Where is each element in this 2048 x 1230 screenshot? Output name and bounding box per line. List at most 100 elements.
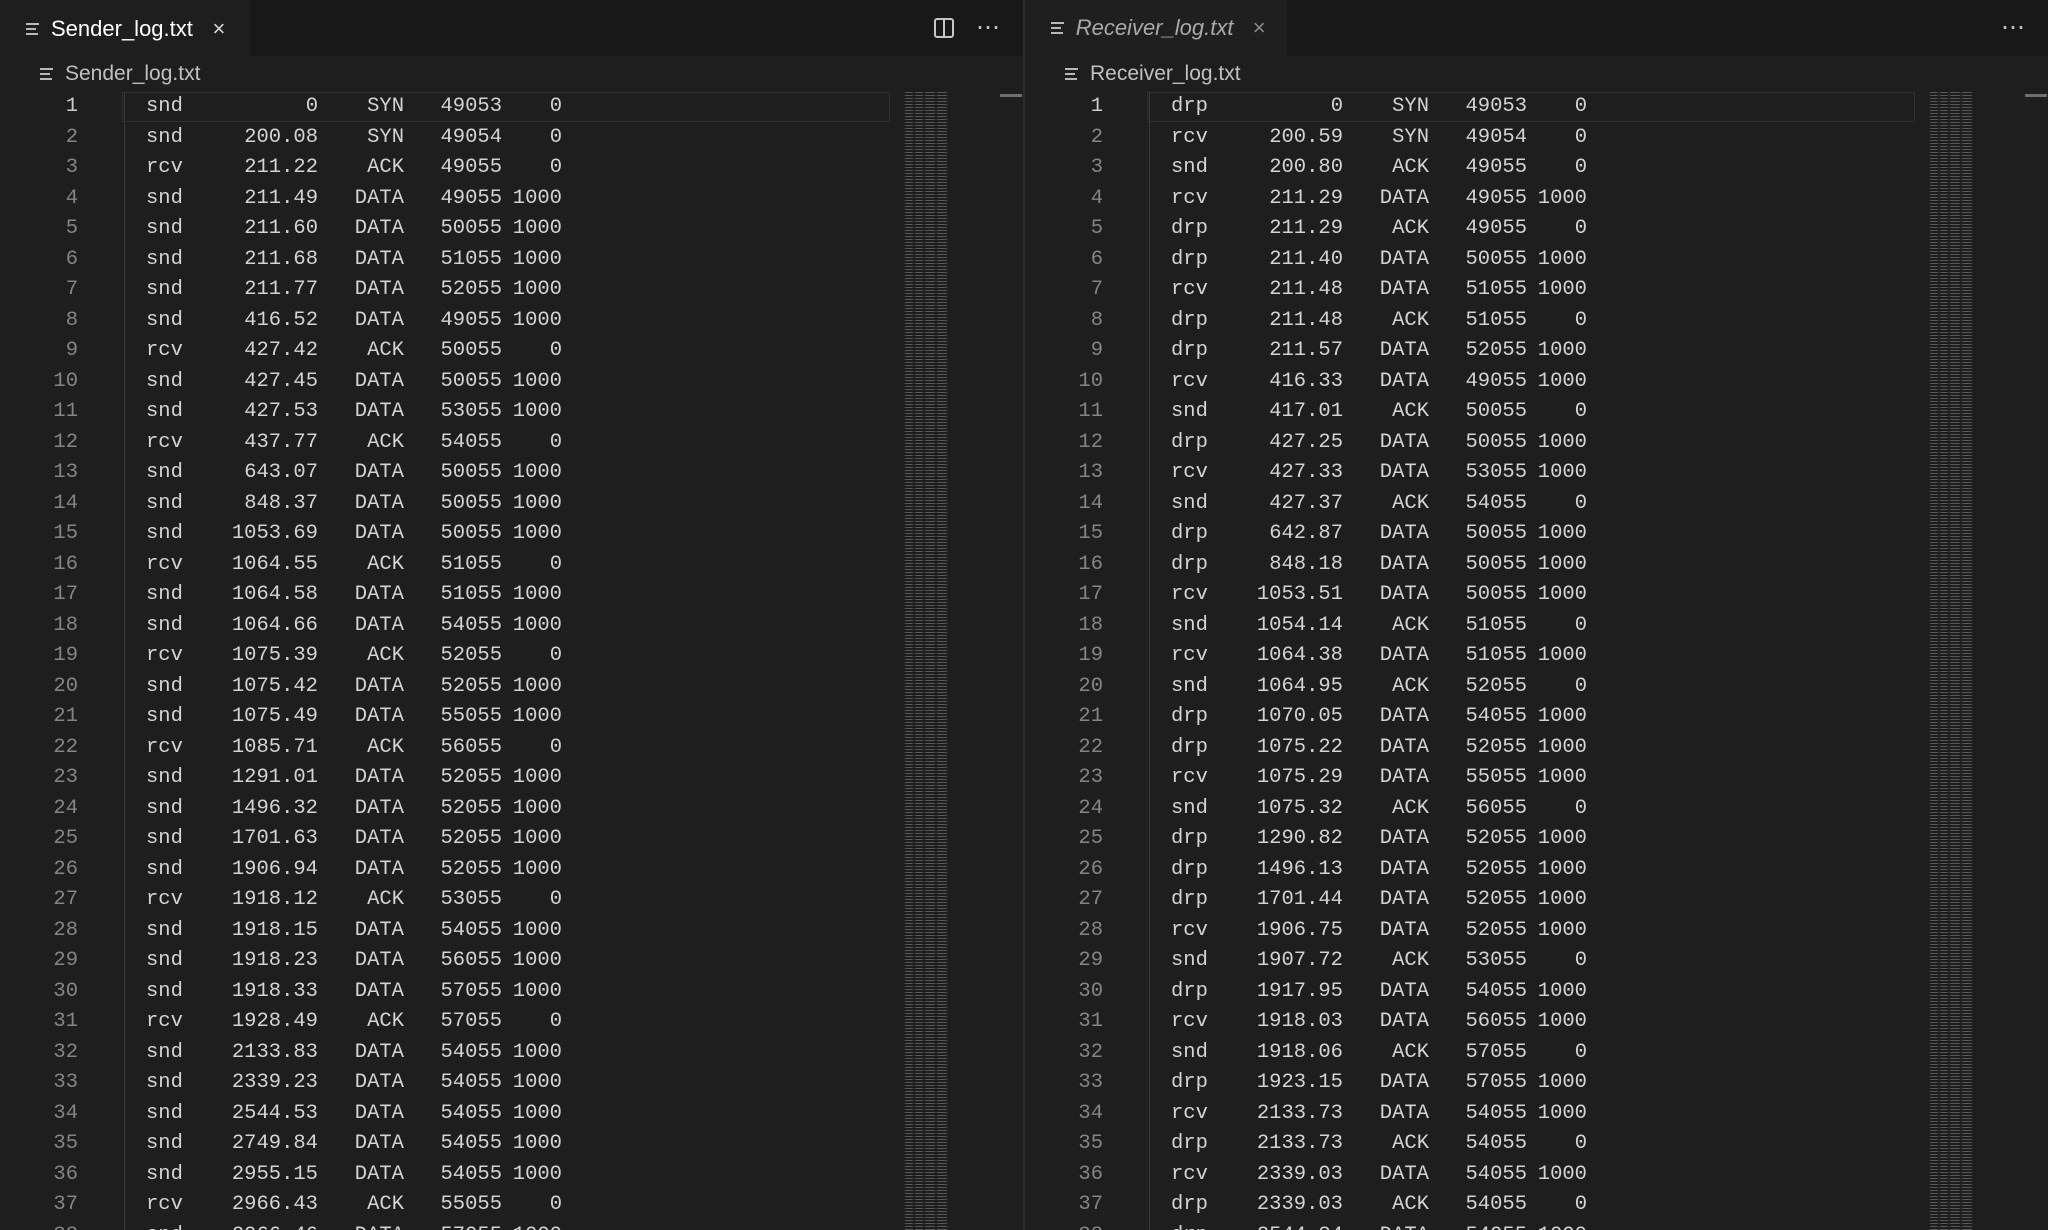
code-line[interactable]: 32 snd 1918.06 ACK 57055 0 xyxy=(1025,1038,1925,1069)
code-line[interactable]: 5 drp 211.29 ACK 49055 0 xyxy=(1025,214,1925,245)
code-line[interactable]: 27 rcv 1918.12 ACK 53055 0 xyxy=(0,885,900,916)
code-line[interactable]: 18 snd 1064.66 DATA 54055 1000 xyxy=(0,611,900,642)
code-line[interactable]: 26 drp 1496.13 DATA 52055 1000 xyxy=(1025,855,1925,886)
code-line[interactable]: 24 snd 1496.32 DATA 52055 1000 xyxy=(0,794,900,825)
more-actions-icon[interactable]: ⋯ xyxy=(976,16,1001,40)
code-line[interactable]: 11 snd 417.01 ACK 50055 0 xyxy=(1025,397,1925,428)
code-line[interactable]: 29 snd 1918.23 DATA 56055 1000 xyxy=(0,946,900,977)
close-icon[interactable]: × xyxy=(209,17,229,39)
code-line[interactable]: 28 snd 1918.15 DATA 54055 1000 xyxy=(0,916,900,947)
code-line[interactable]: 36 snd 2955.15 DATA 54055 1000 xyxy=(0,1160,900,1191)
code-line[interactable]: 4 rcv 211.29 DATA 49055 1000 xyxy=(1025,184,1925,215)
log-packet-type: DATA xyxy=(354,400,404,423)
code-line[interactable]: 37 drp 2339.03 ACK 54055 0 xyxy=(1025,1190,1925,1221)
code-line[interactable]: 32 snd 2133.83 DATA 54055 1000 xyxy=(0,1038,900,1069)
minimap[interactable] xyxy=(1929,92,1981,1230)
code-line[interactable]: 7 snd 211.77 DATA 52055 1000 xyxy=(0,275,900,306)
code-line[interactable]: 35 snd 2749.84 DATA 54055 1000 xyxy=(0,1129,900,1160)
code-line[interactable]: 3 snd 200.80 ACK 49055 0 xyxy=(1025,153,1925,184)
minimap[interactable] xyxy=(904,92,956,1230)
code-line[interactable]: 21 snd 1075.49 DATA 55055 1000 xyxy=(0,702,900,733)
code-line[interactable]: 1 drp 0 SYN 49053 0 xyxy=(1025,92,1925,123)
line-number: 37 xyxy=(53,1193,78,1216)
code-line[interactable]: 34 snd 2544.53 DATA 54055 1000 xyxy=(0,1099,900,1130)
code-line[interactable]: 5 snd 211.60 DATA 50055 1000 xyxy=(0,214,900,245)
code-line[interactable]: 8 snd 416.52 DATA 49055 1000 xyxy=(0,306,900,337)
code-line[interactable]: 19 rcv 1075.39 ACK 52055 0 xyxy=(0,641,900,672)
split-editor-icon[interactable] xyxy=(934,18,954,38)
more-actions-icon[interactable]: ⋯ xyxy=(2001,16,2026,40)
scrollbar-marker[interactable] xyxy=(1000,94,1022,97)
log-length: 0 xyxy=(549,430,562,454)
log-event: snd xyxy=(1171,674,1208,698)
code-line[interactable]: 25 drp 1290.82 DATA 52055 1000 xyxy=(1025,824,1925,855)
code-line[interactable]: 8 drp 211.48 ACK 51055 0 xyxy=(1025,306,1925,337)
tab-sender-log[interactable]: Sender_log.txt × xyxy=(0,0,250,56)
code-line[interactable]: 13 snd 643.07 DATA 50055 1000 xyxy=(0,458,900,489)
code-line[interactable]: 38 snd 2966.46 DATA 57055 1000 xyxy=(0,1221,900,1230)
code-line[interactable]: 9 drp 211.57 DATA 52055 1000 xyxy=(1025,336,1925,367)
text-editor[interactable]: 1 snd 0 SYN 49053 0 2 snd 200.08 SYN 49054 0 3 rcv 211… xyxy=(0,92,1023,1230)
code-line[interactable]: 22 drp 1075.22 DATA 52055 1000 xyxy=(1025,733,1925,764)
breadcrumb[interactable]: Receiver_log.txt xyxy=(1025,56,2048,92)
code-line[interactable]: 30 drp 1917.95 DATA 54055 1000 xyxy=(1025,977,1925,1008)
breadcrumb-file[interactable]: Sender_log.txt xyxy=(65,62,200,86)
code-line[interactable]: 37 rcv 2966.43 ACK 55055 0 xyxy=(0,1190,900,1221)
code-line[interactable]: 20 snd 1075.42 DATA 52055 1000 xyxy=(0,672,900,703)
code-line[interactable]: 31 rcv 1918.03 DATA 56055 1000 xyxy=(1025,1007,1925,1038)
line-number: 31 xyxy=(1078,1010,1103,1033)
code-line[interactable]: 34 rcv 2133.73 DATA 54055 1000 xyxy=(1025,1099,1925,1130)
code-line[interactable]: 35 drp 2133.73 ACK 54055 0 xyxy=(1025,1129,1925,1160)
code-line[interactable]: 15 snd 1053.69 DATA 50055 1000 xyxy=(0,519,900,550)
code-line[interactable]: 26 snd 1906.94 DATA 52055 1000 xyxy=(0,855,900,886)
code-line[interactable]: 18 snd 1054.14 ACK 51055 0 xyxy=(1025,611,1925,642)
code-line[interactable]: 2 rcv 200.59 SYN 49054 0 xyxy=(1025,123,1925,154)
code-line[interactable]: 23 rcv 1075.29 DATA 55055 1000 xyxy=(1025,763,1925,794)
code-line[interactable]: 14 snd 848.37 DATA 50055 1000 xyxy=(0,489,900,520)
code-line[interactable]: 15 drp 642.87 DATA 50055 1000 xyxy=(1025,519,1925,550)
code-line[interactable]: 9 rcv 427.42 ACK 50055 0 xyxy=(0,336,900,367)
code-line[interactable]: 12 rcv 437.77 ACK 54055 0 xyxy=(0,428,900,459)
code-line[interactable]: 36 rcv 2339.03 DATA 54055 1000 xyxy=(1025,1160,1925,1191)
code-line[interactable]: 4 snd 211.49 DATA 49055 1000 xyxy=(0,184,900,215)
code-line[interactable]: 2 snd 200.08 SYN 49054 0 xyxy=(0,123,900,154)
code-line[interactable]: 13 rcv 427.33 DATA 53055 1000 xyxy=(1025,458,1925,489)
code-line[interactable]: 17 snd 1064.58 DATA 51055 1000 xyxy=(0,580,900,611)
code-line[interactable]: 6 drp 211.40 DATA 50055 1000 xyxy=(1025,245,1925,276)
text-editor[interactable]: 1 drp 0 SYN 49053 0 2 rcv 200.59 SYN 49054 0 3 snd 200… xyxy=(1025,92,2048,1230)
code-line[interactable]: 27 drp 1701.44 DATA 52055 1000 xyxy=(1025,885,1925,916)
breadcrumb-file[interactable]: Receiver_log.txt xyxy=(1090,62,1241,86)
log-seq-number: 54055 xyxy=(440,613,502,637)
code-line[interactable]: 22 rcv 1085.71 ACK 56055 0 xyxy=(0,733,900,764)
code-line[interactable]: 23 snd 1291.01 DATA 52055 1000 xyxy=(0,763,900,794)
code-line[interactable]: 25 snd 1701.63 DATA 52055 1000 xyxy=(0,824,900,855)
code-line[interactable]: 16 drp 848.18 DATA 50055 1000 xyxy=(1025,550,1925,581)
code-line[interactable]: 14 snd 427.37 ACK 54055 0 xyxy=(1025,489,1925,520)
code-line[interactable]: 19 rcv 1064.38 DATA 51055 1000 xyxy=(1025,641,1925,672)
code-line[interactable]: 10 snd 427.45 DATA 50055 1000 xyxy=(0,367,900,398)
code-line[interactable]: 21 drp 1070.05 DATA 54055 1000 xyxy=(1025,702,1925,733)
tab-receiver-log[interactable]: Receiver_log.txt × xyxy=(1025,0,1287,56)
code-line[interactable]: 6 snd 211.68 DATA 51055 1000 xyxy=(0,245,900,276)
code-line[interactable]: 11 snd 427.53 DATA 53055 1000 xyxy=(0,397,900,428)
code-line[interactable]: 16 rcv 1064.55 ACK 51055 0 xyxy=(0,550,900,581)
code-line[interactable]: 33 snd 2339.23 DATA 54055 1000 xyxy=(0,1068,900,1099)
code-line[interactable]: 12 drp 427.25 DATA 50055 1000 xyxy=(1025,428,1925,459)
code-line[interactable]: 7 rcv 211.48 DATA 51055 1000 xyxy=(1025,275,1925,306)
code-line[interactable]: 1 snd 0 SYN 49053 0 xyxy=(0,92,900,123)
code-line[interactable]: 10 rcv 416.33 DATA 49055 1000 xyxy=(1025,367,1925,398)
code-line[interactable]: 33 drp 1923.15 DATA 57055 1000 xyxy=(1025,1068,1925,1099)
code-line[interactable]: 30 snd 1918.33 DATA 57055 1000 xyxy=(0,977,900,1008)
code-line[interactable]: 24 snd 1075.32 ACK 56055 0 xyxy=(1025,794,1925,825)
close-icon[interactable]: × xyxy=(1249,17,1269,39)
code-line[interactable]: 29 snd 1907.72 ACK 53055 0 xyxy=(1025,946,1925,977)
code-line[interactable]: 20 snd 1064.95 ACK 52055 0 xyxy=(1025,672,1925,703)
code-line[interactable]: 31 rcv 1928.49 ACK 57055 0 xyxy=(0,1007,900,1038)
code-line[interactable]: 3 rcv 211.22 ACK 49055 0 xyxy=(0,153,900,184)
code-line[interactable]: 28 rcv 1906.75 DATA 52055 1000 xyxy=(1025,916,1925,947)
code-line[interactable]: 38 drp 2544.34 DATA 54055 1000 xyxy=(1025,1221,1925,1230)
breadcrumb[interactable]: Sender_log.txt xyxy=(0,56,1023,92)
code-line[interactable]: 17 rcv 1053.51 DATA 50055 1000 xyxy=(1025,580,1925,611)
line-number: 34 xyxy=(1078,1101,1103,1125)
scrollbar-marker[interactable] xyxy=(2025,94,2047,97)
